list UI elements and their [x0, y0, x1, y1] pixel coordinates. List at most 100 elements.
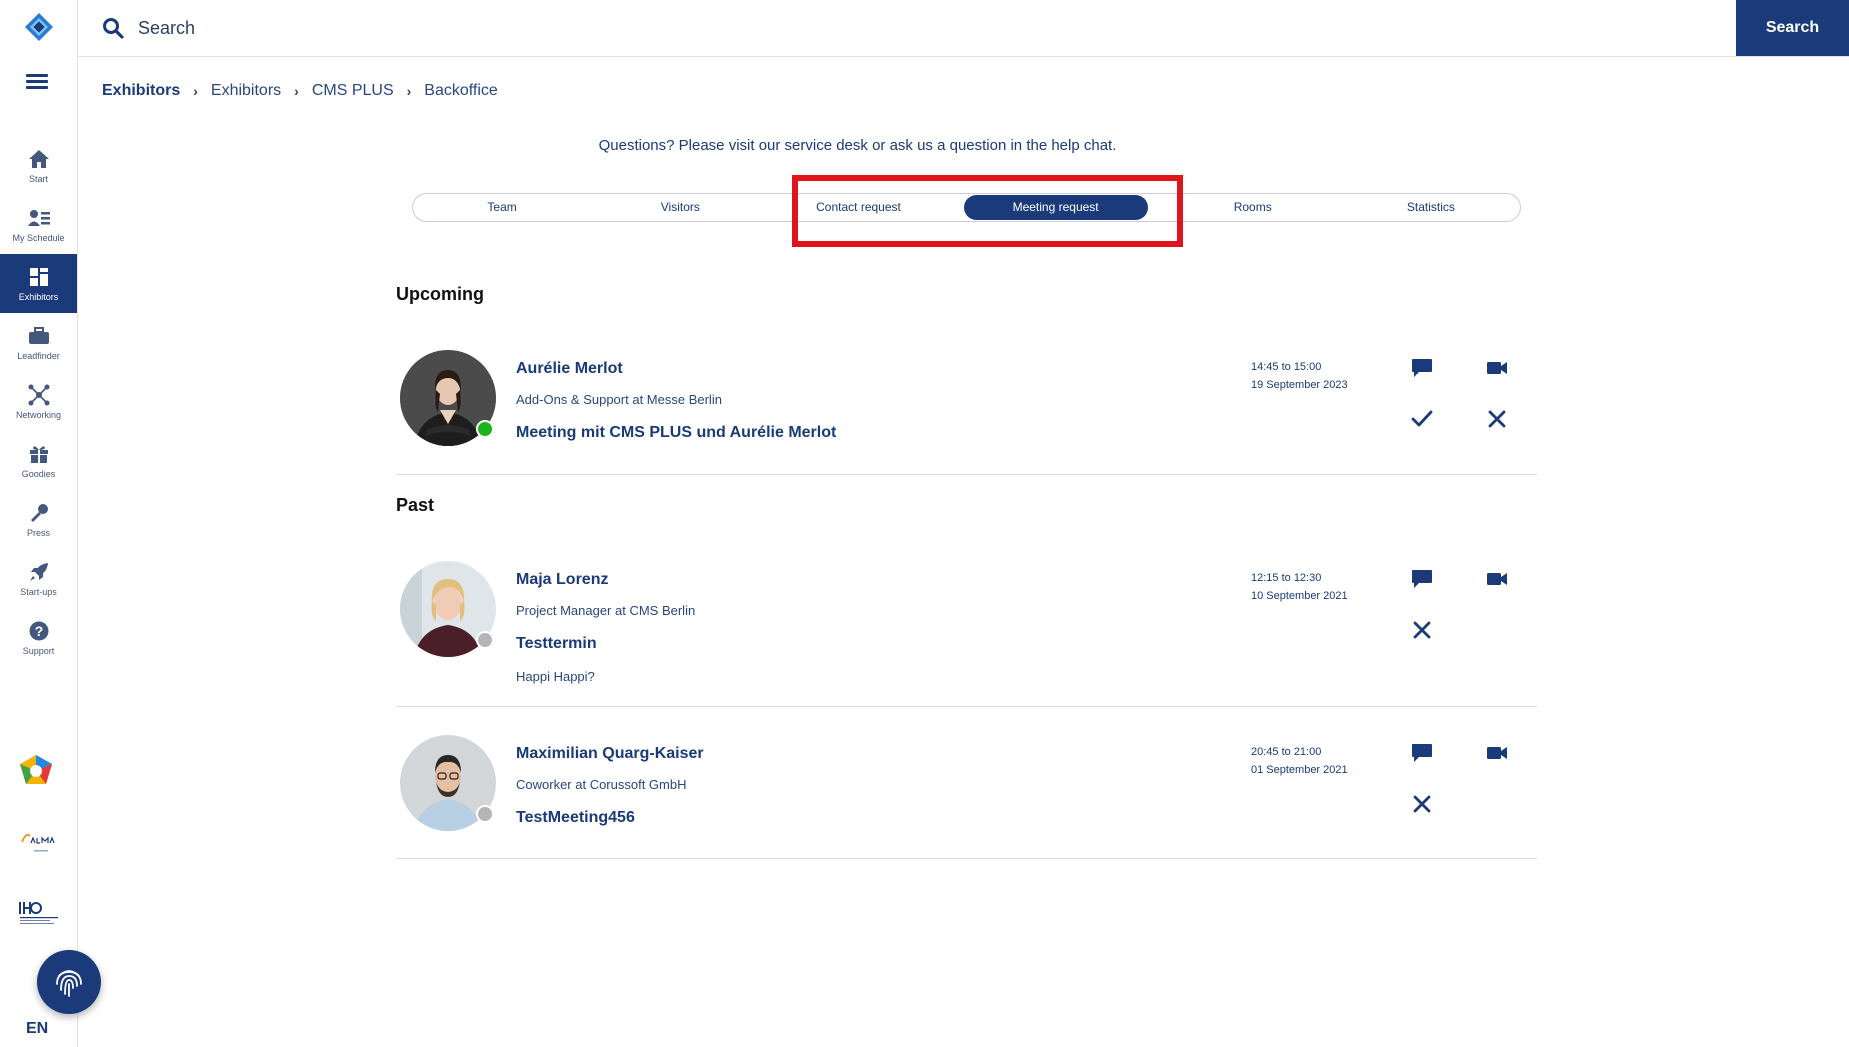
chevron-right-icon: ›	[406, 83, 412, 99]
chat-button[interactable]	[1408, 739, 1436, 767]
sidebar-item-networking[interactable]: Networking	[0, 372, 77, 431]
avatar[interactable]	[400, 561, 496, 657]
sidebar-nav: Start My Schedule Exhibitors Leadfinder …	[0, 136, 77, 667]
offline-status-indicator	[476, 805, 494, 823]
sidebar-item-label: Leadfinder	[17, 351, 60, 361]
menu-toggle-icon[interactable]	[26, 74, 48, 90]
breadcrumb-item[interactable]: CMS PLUS	[312, 82, 394, 100]
close-icon	[1488, 410, 1506, 428]
tab-rooms[interactable]: Rooms	[1164, 194, 1342, 221]
top-bar: Search	[78, 0, 1849, 57]
app-logo-icon[interactable]	[24, 12, 54, 42]
sidebar-item-label: Start	[28, 174, 48, 184]
meeting-title: TestMeeting456	[516, 809, 635, 826]
microphone-icon	[27, 501, 51, 525]
chevron-right-icon: ›	[294, 83, 299, 99]
help-text-content: Questions? Please visit our service desk…	[598, 137, 1117, 154]
video-call-button[interactable]	[1483, 565, 1511, 593]
delete-meeting-button[interactable]	[1408, 616, 1436, 644]
close-icon	[1413, 621, 1431, 639]
breadcrumb: Exhibitors › Exhibitors › CMS PLUS › Bac…	[102, 82, 498, 100]
attendee-name[interactable]: Maja Lorenz	[516, 571, 608, 589]
partner-logo-1-icon[interactable]	[18, 754, 58, 790]
decline-meeting-button[interactable]	[1483, 405, 1511, 433]
gift-icon	[27, 442, 51, 466]
chat-bubble-icon	[1412, 359, 1432, 377]
sidebar-item-press[interactable]: Press	[0, 490, 77, 549]
video-camera-icon	[1487, 747, 1507, 759]
chat-button[interactable]	[1408, 565, 1436, 593]
sidebar-item-label: Start-ups	[20, 587, 57, 597]
video-call-button[interactable]	[1483, 739, 1511, 767]
attendee-name[interactable]: Maximilian Quarg-Kaiser	[516, 745, 704, 763]
language-switch[interactable]: EN	[26, 1020, 48, 1038]
chevron-right-icon: ›	[193, 83, 198, 99]
schedule-icon	[27, 206, 51, 230]
attendee-role: Coworker at Corussoft GmbH	[516, 777, 687, 792]
divider	[396, 474, 1537, 475]
attendee-role: Add-Ons & Support at Messe Berlin	[516, 392, 722, 407]
sidebar-item-leadfinder[interactable]: Leadfinder	[0, 313, 77, 372]
sidebar-item-support[interactable]: ? Support	[0, 608, 77, 667]
tab-team[interactable]: Team	[413, 194, 591, 221]
video-call-button[interactable]	[1483, 354, 1511, 382]
video-camera-icon	[1487, 362, 1507, 374]
chat-bubble-icon	[1412, 570, 1432, 588]
meeting-title: Testtermin	[516, 635, 597, 652]
meeting-time-range: 14:45 to 15:00	[1251, 361, 1322, 373]
sidebar: Start My Schedule Exhibitors Leadfinder …	[0, 0, 78, 1047]
meeting-date: 10 September 2021	[1251, 590, 1348, 602]
attendee-role: Project Manager at CMS Berlin	[516, 603, 696, 618]
checkmark-icon	[1411, 410, 1433, 427]
meeting-time: 12:15 to 12:30 10 September 2021	[1251, 569, 1348, 605]
section-title-past: Past	[396, 495, 435, 515]
search-button[interactable]: Search	[1736, 0, 1849, 56]
sidebar-item-label: My Schedule	[12, 233, 65, 243]
rocket-icon	[27, 560, 51, 584]
help-icon: ?	[27, 619, 51, 643]
search-icon[interactable]	[102, 17, 124, 39]
online-status-indicator	[476, 420, 494, 438]
sidebar-item-goodies[interactable]: Goodies	[0, 431, 77, 490]
breadcrumb-item[interactable]: Exhibitors	[102, 82, 180, 100]
sidebar-item-label: Press	[26, 528, 50, 538]
video-camera-icon	[1487, 573, 1507, 585]
sidebar-item-my-schedule[interactable]: My Schedule	[0, 195, 77, 254]
divider	[396, 706, 1537, 707]
partner-logo-3-icon[interactable]	[18, 900, 58, 936]
meeting-time-range: 20:45 to 21:00	[1251, 746, 1322, 758]
highlight-box	[792, 175, 1183, 247]
meeting-title: Meeting mit CMS PLUS und Aurélie Merlot	[516, 424, 837, 441]
meeting-date: 01 September 2021	[1251, 764, 1348, 776]
sidebar-item-start-ups[interactable]: Start-ups	[0, 549, 77, 608]
sidebar-item-label: Networking	[15, 410, 62, 420]
breadcrumb-item[interactable]: Backoffice	[424, 82, 498, 100]
sidebar-item-exhibitors[interactable]: Exhibitors	[0, 254, 77, 313]
briefcase-icon	[27, 324, 51, 348]
help-text: Questions? Please visit our service desk…	[0, 137, 1849, 154]
breadcrumb-item[interactable]: Exhibitors	[211, 82, 281, 100]
tab-statistics[interactable]: Statistics	[1342, 194, 1520, 221]
offline-status-indicator	[476, 631, 494, 649]
meeting-date: 19 September 2023	[1251, 379, 1348, 391]
chat-button[interactable]	[1408, 354, 1436, 382]
attendee-name[interactable]: Aurélie Merlot	[516, 360, 623, 378]
meeting-note: Happi Happi?	[516, 669, 595, 684]
chat-bubble-icon	[1412, 744, 1432, 762]
help-chat-fingerprint-button[interactable]	[37, 950, 101, 1014]
avatar[interactable]	[400, 350, 496, 446]
tab-visitors[interactable]: Visitors	[591, 194, 769, 221]
divider	[396, 858, 1537, 859]
sidebar-item-label: Exhibitors	[18, 292, 59, 302]
accept-meeting-button[interactable]	[1408, 405, 1436, 433]
svg-text:?: ?	[34, 623, 43, 639]
section-title-upcoming: Upcoming	[396, 284, 484, 304]
search-input[interactable]	[138, 12, 1438, 44]
partner-logo-2-icon[interactable]	[18, 828, 58, 864]
network-icon	[27, 383, 51, 407]
avatar[interactable]	[400, 735, 496, 831]
sidebar-item-label: Support	[22, 646, 55, 656]
delete-meeting-button[interactable]	[1408, 790, 1436, 818]
exhibitors-icon	[27, 265, 51, 289]
close-icon	[1413, 795, 1431, 813]
